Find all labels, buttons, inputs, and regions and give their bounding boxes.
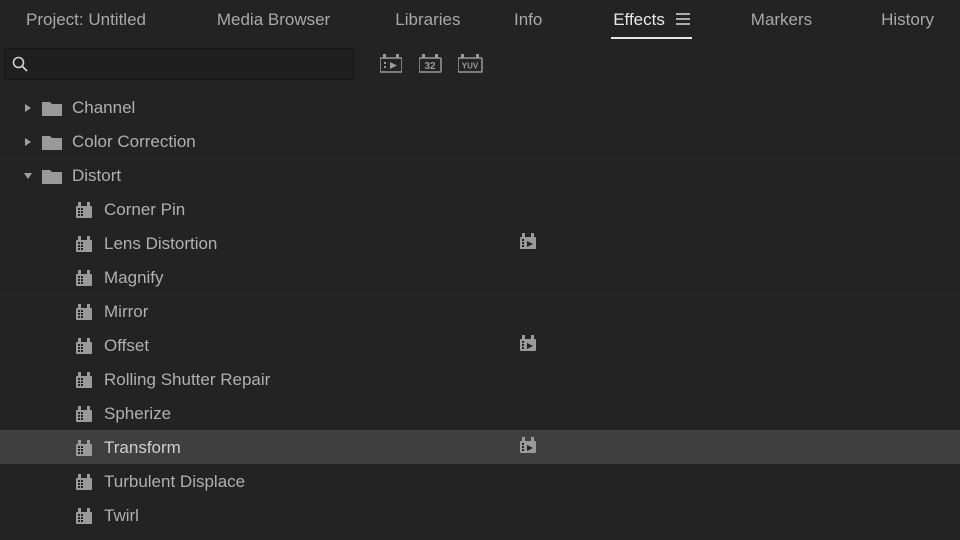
effect-label: Magnify [104, 268, 164, 288]
effect-rolling-shutter-repair[interactable]: Rolling Shutter Repair [0, 362, 960, 396]
tab-project[interactable]: Project: Untitled [6, 2, 166, 38]
effect-label: Mirror [104, 302, 148, 322]
accelerated-badge-icon [520, 437, 536, 458]
effect-twirl[interactable]: Twirl [0, 498, 960, 532]
tab-libraries[interactable]: Libraries [375, 2, 480, 38]
effect-mirror[interactable]: Mirror [0, 294, 960, 328]
folder-icon [42, 99, 62, 116]
preset-icon [76, 338, 92, 354]
search-field-wrap[interactable] [4, 48, 354, 80]
tab-effects[interactable]: Effects [593, 2, 709, 39]
svg-text:YUV: YUV [462, 62, 479, 71]
preset-icon [76, 508, 92, 524]
folder-label: Channel [72, 98, 135, 118]
folder-color-correction[interactable]: Color Correction [0, 124, 960, 158]
folder-icon [42, 167, 62, 184]
effect-label: Offset [104, 336, 149, 356]
effect-label: Rolling Shutter Repair [104, 370, 270, 390]
preset-icon [76, 406, 92, 422]
tab-history[interactable]: History [861, 2, 954, 38]
32bit-filter-button[interactable]: 32 [418, 51, 444, 77]
preset-icon [76, 304, 92, 320]
accelerated-badge-icon [520, 233, 536, 254]
preset-icon [76, 270, 92, 286]
tab-effects-label: Effects [613, 10, 665, 29]
chevron-right-icon[interactable] [20, 137, 36, 147]
effect-lens-distortion[interactable]: Lens Distortion [0, 226, 960, 260]
tab-info[interactable]: Info [494, 2, 562, 38]
yuv-filter-button[interactable]: YUV [458, 51, 484, 77]
folder-label: Color Correction [72, 132, 196, 152]
effect-label: Spherize [104, 404, 171, 424]
preset-icon [76, 474, 92, 490]
effects-tree: Channel Color Correction Distort Corner … [0, 84, 960, 532]
effect-label: Turbulent Displace [104, 472, 245, 492]
effect-spherize[interactable]: Spherize [0, 396, 960, 430]
panel-tabs: Project: Untitled Media Browser Librarie… [0, 0, 960, 40]
search-input[interactable] [33, 56, 347, 73]
effect-magnify[interactable]: Magnify [0, 260, 960, 294]
search-icon [11, 55, 29, 73]
effect-turbulent-displace[interactable]: Turbulent Displace [0, 464, 960, 498]
effect-offset[interactable]: Offset [0, 328, 960, 362]
panel-menu-icon[interactable] [676, 10, 690, 30]
folder-label: Distort [72, 166, 121, 186]
preset-icon [76, 372, 92, 388]
svg-text:32: 32 [424, 61, 436, 72]
accelerated-badge-icon [520, 335, 536, 356]
chevron-down-icon[interactable] [20, 171, 36, 181]
preset-icon [76, 236, 92, 252]
tab-markers[interactable]: Markers [731, 2, 832, 38]
preset-icon [76, 440, 92, 456]
preset-icon [76, 202, 92, 218]
tab-media-browser[interactable]: Media Browser [197, 2, 350, 38]
effect-label: Twirl [104, 506, 139, 526]
effect-label: Lens Distortion [104, 234, 217, 254]
effect-corner-pin[interactable]: Corner Pin [0, 192, 960, 226]
effect-label: Corner Pin [104, 200, 185, 220]
folder-icon [42, 133, 62, 150]
chevron-right-icon[interactable] [20, 103, 36, 113]
accelerated-filter-button[interactable] [378, 51, 404, 77]
folder-distort[interactable]: Distort [0, 158, 960, 192]
effects-toolbar: 32 YUV [0, 40, 960, 84]
effect-label: Transform [104, 438, 181, 458]
folder-channel[interactable]: Channel [0, 90, 960, 124]
effect-transform[interactable]: Transform [0, 430, 960, 464]
